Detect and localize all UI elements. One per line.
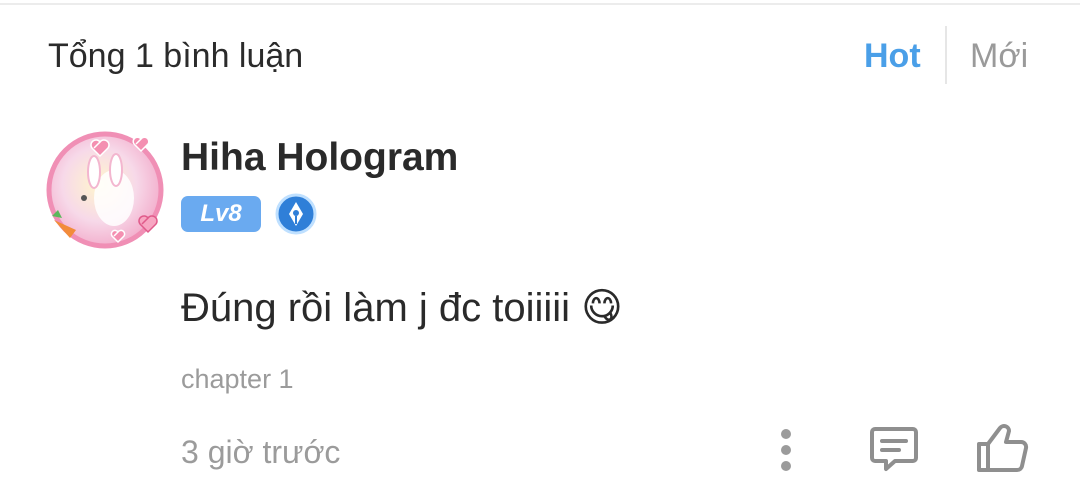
chapter-link[interactable]: chapter 1 (181, 362, 294, 396)
sort-new-tab[interactable]: Mới (970, 36, 1028, 76)
timestamp: 3 giờ trước (181, 434, 341, 470)
comment-text: Đúng rồi làm j đc toiiiii 😋 (181, 286, 623, 330)
level-badge: Lv8 (181, 196, 261, 232)
comment-count-label: Tổng 1 bình luận (48, 37, 304, 75)
sort-hot-tab[interactable]: Hot (864, 36, 921, 76)
sort-divider (945, 26, 947, 84)
pen-badge-icon (275, 193, 317, 235)
reply-icon[interactable] (868, 424, 920, 474)
more-vertical-icon[interactable] (770, 425, 802, 475)
comments-header: Tổng 1 bình luận Hot Mới (0, 0, 1080, 110)
avatar[interactable] (44, 128, 166, 250)
username[interactable]: Hiha Hologram (181, 136, 458, 180)
thumbs-up-icon[interactable] (974, 420, 1030, 476)
